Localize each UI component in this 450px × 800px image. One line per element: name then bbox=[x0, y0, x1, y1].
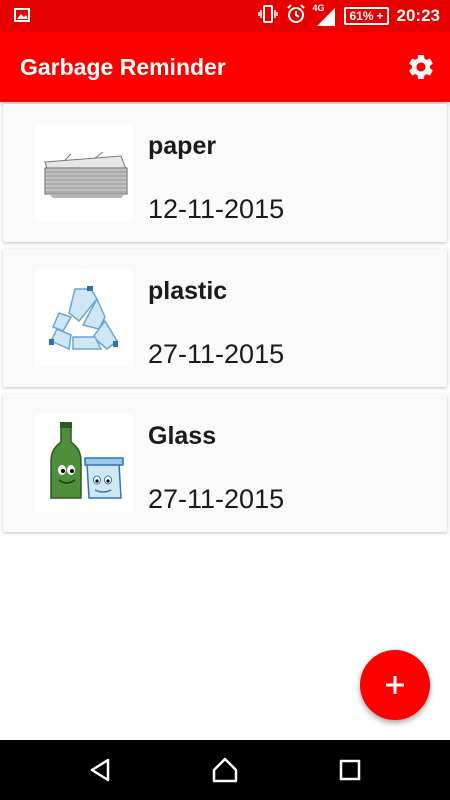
garbage-list: paper 12-11-2015 plastic 27-11-2015 Glas… bbox=[3, 104, 447, 539]
add-button[interactable] bbox=[360, 650, 430, 720]
recents-icon bbox=[339, 759, 361, 781]
alarm-icon bbox=[286, 3, 306, 29]
navigation-bar bbox=[0, 740, 450, 800]
glass-bottle-jar-icon bbox=[35, 414, 133, 512]
battery-icon: 61% + bbox=[344, 7, 389, 25]
vibrate-icon bbox=[258, 4, 279, 28]
paper-stack-icon bbox=[35, 124, 133, 222]
status-bar: 4G 61% + 20:23 bbox=[0, 0, 450, 32]
home-button[interactable] bbox=[210, 755, 240, 785]
app-title: Garbage Reminder bbox=[20, 54, 226, 80]
item-name: paper bbox=[148, 132, 217, 160]
plus-icon bbox=[386, 676, 404, 694]
gear-icon bbox=[409, 55, 433, 79]
image-icon bbox=[14, 8, 30, 27]
recents-button[interactable] bbox=[335, 755, 365, 785]
list-item-plastic[interactable]: plastic 27-11-2015 bbox=[3, 249, 447, 387]
item-date: 12-11-2015 bbox=[148, 194, 285, 224]
battery-percent: 61% bbox=[349, 9, 374, 23]
back-icon bbox=[90, 758, 110, 782]
list-item-paper[interactable]: paper 12-11-2015 bbox=[3, 104, 447, 242]
clock-time: 20:23 bbox=[396, 6, 440, 25]
home-icon bbox=[212, 757, 238, 783]
item-date: 27-11-2015 bbox=[148, 339, 285, 369]
item-name: plastic bbox=[148, 277, 228, 305]
signal-icon: 4G bbox=[312, 3, 336, 26]
plastic-bottles-icon bbox=[35, 269, 133, 367]
app-bar: Garbage Reminder bbox=[0, 32, 450, 102]
list-item-glass[interactable]: Glass 27-11-2015 bbox=[3, 394, 447, 532]
settings-button[interactable] bbox=[406, 52, 436, 82]
back-button[interactable] bbox=[85, 755, 115, 785]
item-date: 27-11-2015 bbox=[148, 484, 285, 514]
item-name: Glass bbox=[148, 422, 217, 450]
